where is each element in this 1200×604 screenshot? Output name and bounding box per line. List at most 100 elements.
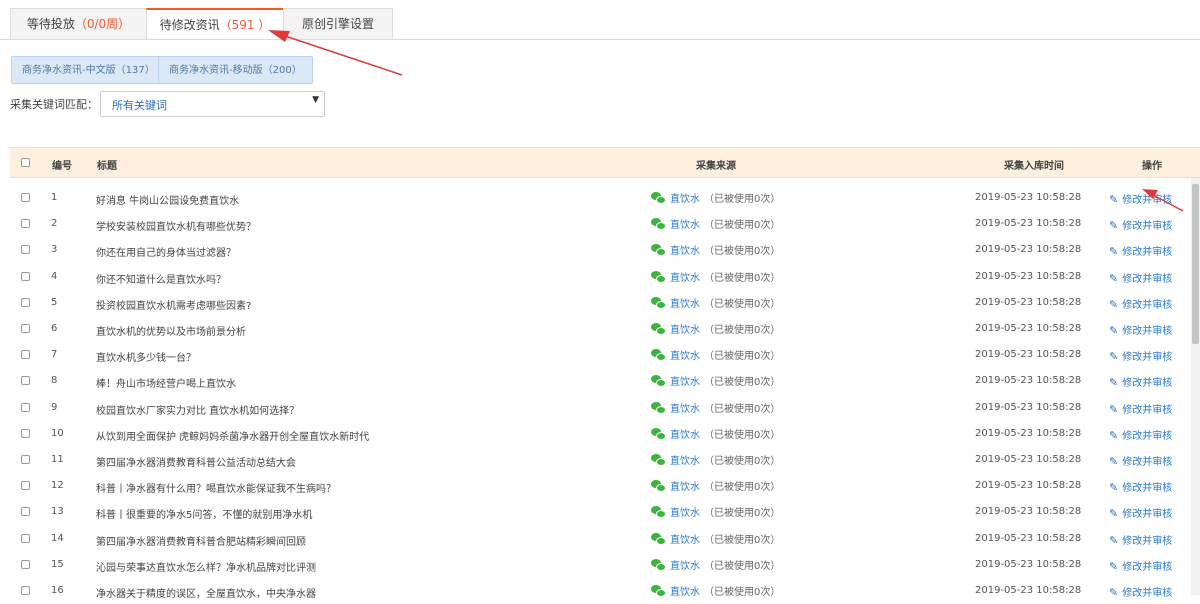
row-title: 棒！舟山市场经营户喝上直饮水 [96, 379, 236, 391]
header-source: 采集来源 [696, 161, 736, 172]
wechat-icon [651, 296, 666, 309]
source-link[interactable]: 直饮水 [670, 194, 700, 205]
edit-review-button[interactable]: ✎ 修改并审核 [1109, 296, 1172, 311]
edit-review-button[interactable]: ✎ 修改并审核 [1109, 322, 1172, 337]
row-checkbox[interactable] [21, 297, 30, 307]
wechat-icon [651, 270, 666, 283]
row-checkbox[interactable] [21, 481, 30, 491]
row-checkbox[interactable] [21, 455, 30, 464]
select-all-checkbox[interactable] [21, 158, 30, 167]
edit-review-button[interactable]: ✎ 修改并审核 [1109, 532, 1172, 547]
source-link[interactable]: 直饮水 [670, 246, 700, 257]
tab-pending-edit[interactable]: 待修改资讯（591 ） [146, 8, 284, 40]
edit-review-button[interactable]: ✎ 修改并审核 [1109, 584, 1172, 599]
wechat-icon [651, 558, 666, 571]
edit-review-button[interactable]: ✎ 修改并审核 [1109, 374, 1172, 389]
site-button-mobile[interactable]: 商务净水资讯-移动版（200） [158, 56, 313, 84]
edit-review-button[interactable]: ✎ 修改并审核 [1109, 479, 1172, 494]
edit-review-button[interactable]: ✎ 修改并审核 [1109, 505, 1172, 520]
source-link[interactable]: 直饮水 [670, 482, 700, 493]
tab-original-engine-settings[interactable]: 原创引擎设置 [283, 8, 393, 39]
row-checkbox[interactable] [21, 533, 30, 543]
source-link[interactable]: 直饮水 [670, 430, 700, 441]
edit-review-button[interactable]: ✎ 修改并审核 [1109, 243, 1172, 258]
edit-review-button[interactable]: ✎ 修改并审核 [1109, 270, 1172, 285]
source-link[interactable]: 直饮水 [670, 456, 700, 467]
edit-review-button[interactable]: ✎ 修改并审核 [1109, 558, 1172, 573]
tab-count: （0/0周） [74, 17, 131, 31]
source-link[interactable]: 直饮水 [670, 220, 700, 231]
row-number: 3 [51, 244, 58, 256]
row-checkbox[interactable] [21, 324, 30, 333]
table-row: 5 投资校园直饮水机需考虑哪些因素? 直饮水 （已被使用0次） 2019-05-2… [10, 290, 1190, 316]
row-title: 沁园与荣事达直饮水怎么样？净水机品牌对比评测 [96, 562, 316, 574]
row-title: 直饮水机多少钱一台？ [96, 353, 196, 365]
row-title: 好消息 牛岗山公园设免费直饮水 [96, 196, 240, 207]
source-link[interactable]: 直饮水 [670, 404, 700, 415]
wechat-icon [651, 244, 666, 257]
row-time: 2019-05-23 10:58:28 [975, 296, 1082, 308]
row-time: 2019-05-23 10:58:28 [975, 480, 1082, 492]
row-checkbox[interactable] [21, 428, 30, 438]
source-link[interactable]: 直饮水 [670, 377, 700, 388]
source-usage: （已被使用0次） [704, 429, 781, 441]
row-checkbox[interactable] [21, 193, 30, 202]
row-number: 14 [51, 532, 64, 544]
edit-review-label: 修改并审核 [1122, 509, 1173, 521]
scrollbar-thumb[interactable] [1192, 184, 1199, 344]
source-link[interactable]: 直饮水 [670, 273, 700, 284]
row-number: 4 [51, 270, 58, 282]
source-link[interactable]: 直饮水 [670, 561, 700, 572]
row-title: 从饮到用全面保护 虎鲸妈妈杀菌净水器开创全屋直饮水新时代 [96, 431, 370, 443]
row-number: 6 [51, 323, 58, 334]
keyword-filter-select[interactable]: 所有关键词 ▼ [100, 91, 325, 117]
source-link[interactable]: 直饮水 [670, 508, 700, 519]
source-link[interactable]: 直饮水 [670, 587, 700, 598]
edit-review-label: 修改并审核 [1122, 326, 1173, 337]
source-link[interactable]: 直饮水 [670, 325, 700, 336]
pencil-icon: ✎ [1109, 586, 1119, 599]
row-number: 11 [51, 454, 64, 465]
edit-review-label: 修改并审核 [1122, 430, 1173, 442]
row-source: 直饮水 （已被使用0次） [651, 452, 780, 467]
row-checkbox[interactable] [21, 376, 30, 386]
source-usage: （已被使用0次） [704, 220, 781, 232]
table-row: 3 你还在用自己的身体当过滤器？ 直饮水 （已被使用0次） 2019-05-23 … [10, 237, 1190, 263]
source-link[interactable]: 直饮水 [670, 299, 700, 310]
table-row: 14 第四届净水器消费教育科普合肥站精彩瞬间回顾 直饮水 （已被使用0次） 201… [10, 526, 1190, 552]
row-checkbox[interactable] [21, 271, 30, 281]
row-number: 7 [51, 349, 58, 361]
row-checkbox[interactable] [21, 245, 30, 255]
pencil-icon: ✎ [1109, 402, 1119, 416]
row-number: 5 [51, 296, 58, 308]
source-link[interactable]: 直饮水 [670, 535, 700, 546]
source-usage: （已被使用0次） [704, 456, 781, 467]
row-checkbox[interactable] [21, 507, 30, 517]
edit-review-label: 修改并审核 [1122, 457, 1173, 468]
site-button-chinese[interactable]: 商务净水资讯-中文版（137） [11, 56, 166, 84]
source-link[interactable]: 直饮水 [670, 351, 700, 362]
row-number: 9 [51, 401, 58, 413]
edit-review-button[interactable]: ✎ 修改并审核 [1109, 453, 1172, 468]
edit-review-button[interactable]: ✎ 修改并审核 [1109, 348, 1172, 363]
edit-review-button[interactable]: ✎ 修改并审核 [1109, 217, 1172, 232]
row-checkbox[interactable] [21, 350, 30, 360]
edit-review-label: 修改并审核 [1122, 221, 1173, 233]
tab-waiting-delivery[interactable]: 等待投放（0/0周） [10, 8, 147, 39]
edit-review-button[interactable]: ✎ 修改并审核 [1109, 427, 1172, 442]
edit-review-button[interactable]: ✎ 修改并审核 [1109, 401, 1172, 416]
row-checkbox[interactable] [21, 559, 30, 569]
source-usage: （已被使用0次） [704, 298, 781, 310]
keyword-filter-label: 采集关键词匹配： [10, 98, 98, 111]
tab-count: （591 ） [219, 18, 271, 32]
row-checkbox[interactable] [21, 586, 30, 595]
edit-review-button[interactable]: ✎ 修改并审核 [1109, 191, 1172, 206]
row-source: 直饮水 （已被使用0次） [651, 504, 780, 519]
wechat-icon [651, 192, 666, 204]
pencil-icon: ✎ [1109, 533, 1119, 547]
table-row: 7 直饮水机多少钱一台？ 直饮水 （已被使用0次） 2019-05-23 10:5… [10, 342, 1190, 368]
row-checkbox[interactable] [21, 402, 30, 412]
wechat-icon [651, 585, 666, 597]
row-checkbox[interactable] [21, 219, 30, 229]
source-usage: （已被使用0次） [704, 246, 781, 258]
